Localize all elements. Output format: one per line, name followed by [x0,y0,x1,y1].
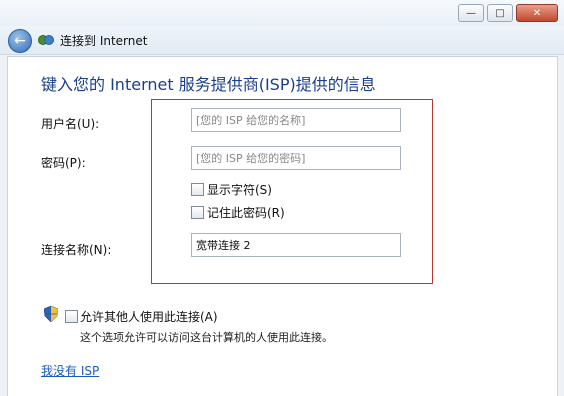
close-button[interactable]: ✕ [516,4,558,22]
wizard-page: 键入您的 Internet 服务提供商(ISP)提供的信息 用户名(U): [您… [7,56,558,396]
page-heading: 键入您的 Internet 服务提供商(ISP)提供的信息 [41,75,376,94]
show-chars-label: 显示字符(S) [207,183,272,197]
uac-shield-icon [44,306,58,322]
password-field[interactable]: [您的 ISP 给您的密码] [191,146,401,170]
remember-password-checkbox[interactable] [191,206,204,219]
remember-password-label: 记住此密码(R) [207,206,285,220]
window-controls: — □ ✕ [458,4,558,22]
username-label: 用户名(U): [41,117,100,131]
no-isp-link[interactable]: 我没有 ISP [41,362,99,379]
maximize-button[interactable]: □ [487,4,513,22]
connection-name-label: 连接名称(N): [41,243,112,257]
allow-others-checkbox[interactable] [65,310,78,323]
password-label: 密码(P): [41,156,86,170]
allow-others-note: 这个选项允许可以访问这台计算机的人使用此连接。 [80,331,333,344]
window-title: 连接到 Internet [60,34,148,48]
allow-others-label: 允许其他人使用此连接(A) [80,310,218,324]
show-chars-checkbox[interactable] [191,183,204,196]
username-field[interactable]: [您的 ISP 给您的名称] [191,108,401,132]
network-icon [38,35,54,45]
connection-name-field[interactable]: 宽带连接 2 [191,233,401,257]
minimize-button[interactable]: — [458,4,484,22]
navigation-bar: ← 连接到 Internet [0,26,564,55]
back-arrow-icon[interactable]: ← [8,29,32,53]
